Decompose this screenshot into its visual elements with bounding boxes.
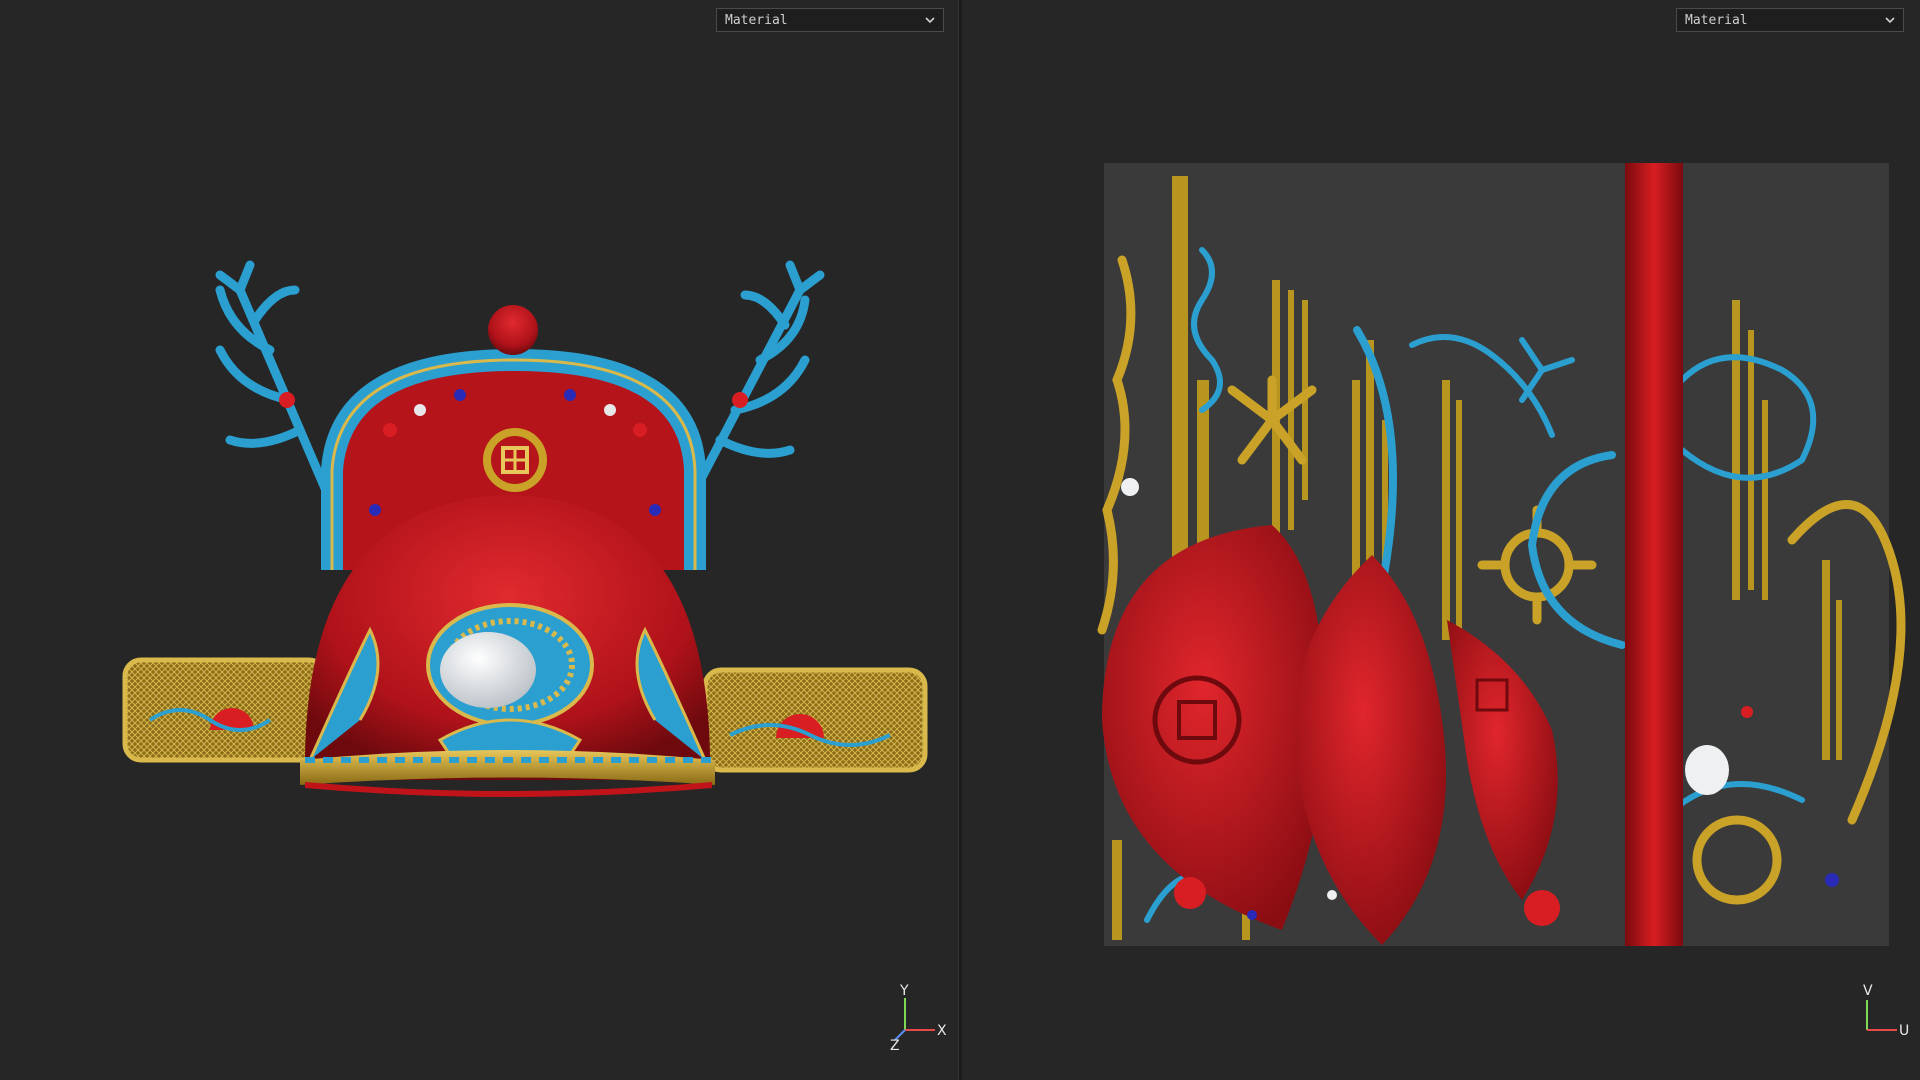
uv-axis-gizmo-icon: V U xyxy=(1863,983,1909,1039)
right-wing xyxy=(702,667,928,773)
chevron-down-icon xyxy=(925,17,935,24)
fu-emblem xyxy=(483,428,547,492)
axis-z-label: Z xyxy=(890,1038,900,1050)
axis-x-label: X xyxy=(937,1023,947,1039)
axis-gizmo-icon: Y X Z xyxy=(890,983,947,1050)
hat-model-render[interactable] xyxy=(0,0,958,1080)
left-wing xyxy=(122,657,328,763)
shading-mode-select[interactable]: Material xyxy=(716,8,944,32)
shading-mode-value: Material xyxy=(725,12,788,28)
uv-red-strip xyxy=(1625,163,1683,946)
uv-texture-layout[interactable] xyxy=(962,0,1920,1080)
left-spray xyxy=(215,260,335,505)
chevron-down-icon xyxy=(1885,17,1895,24)
uv-shading-mode-value: Material xyxy=(1685,12,1748,28)
right-spray xyxy=(685,260,825,505)
pompom xyxy=(488,305,538,355)
uv-viewport[interactable]: Material V U xyxy=(962,0,1920,1080)
axis-y-label: Y xyxy=(899,983,909,999)
axis-v-label: V xyxy=(1863,983,1873,999)
axis-u-label: U xyxy=(1899,1023,1909,1039)
center-pearl xyxy=(440,632,536,708)
3d-viewport[interactable]: Material Y X Z xyxy=(0,0,958,1080)
uv-shading-mode-select[interactable]: Material xyxy=(1676,8,1904,32)
